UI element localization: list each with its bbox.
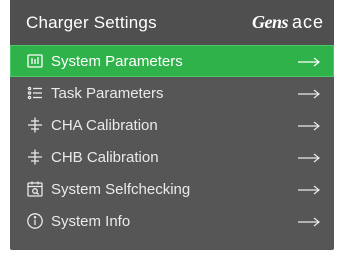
brand-logo-part2: ace (291, 12, 324, 32)
menu-item-system-selfchecking[interactable]: System Selfchecking (10, 173, 334, 205)
menu-item-task-parameters[interactable]: Task Parameters (10, 77, 334, 109)
menu-item-cha-calibration[interactable]: CHA Calibration (10, 109, 334, 141)
info-icon (26, 212, 44, 230)
calibration-icon (26, 116, 44, 134)
charger-settings-screen: Charger Settings Gens ace System Paramet… (10, 0, 334, 250)
brand-logo: Gens ace (252, 12, 324, 33)
brand-logo-part1: Gens (251, 12, 289, 32)
settings-menu: System Parameters Task Parameters CHA Ca… (10, 45, 334, 237)
menu-item-chb-calibration[interactable]: CHB Calibration (10, 141, 334, 173)
page-title: Charger Settings (26, 12, 157, 32)
header-bar: Charger Settings Gens ace (10, 0, 334, 45)
menu-item-label: System Info (51, 212, 131, 230)
menu-item-label: System Selfchecking (51, 180, 191, 198)
menu-item-system-info[interactable]: System Info (10, 205, 334, 237)
menu-item-system-parameters[interactable]: System Parameters (10, 45, 334, 77)
menu-item-label: Task Parameters (51, 84, 164, 102)
menu-item-label: CHB Calibration (51, 148, 159, 166)
list-icon (26, 84, 44, 102)
arrow-right-icon (296, 151, 322, 163)
calendar-check-icon (26, 180, 44, 198)
system-parameters-icon (26, 52, 44, 70)
calibration-icon (26, 148, 44, 166)
arrow-right-icon (296, 215, 322, 227)
arrow-right-icon (296, 55, 322, 67)
arrow-right-icon (296, 119, 322, 131)
arrow-right-icon (296, 183, 322, 195)
arrow-right-icon (296, 87, 322, 99)
menu-item-label: CHA Calibration (51, 116, 158, 134)
menu-item-label: System Parameters (51, 52, 183, 70)
